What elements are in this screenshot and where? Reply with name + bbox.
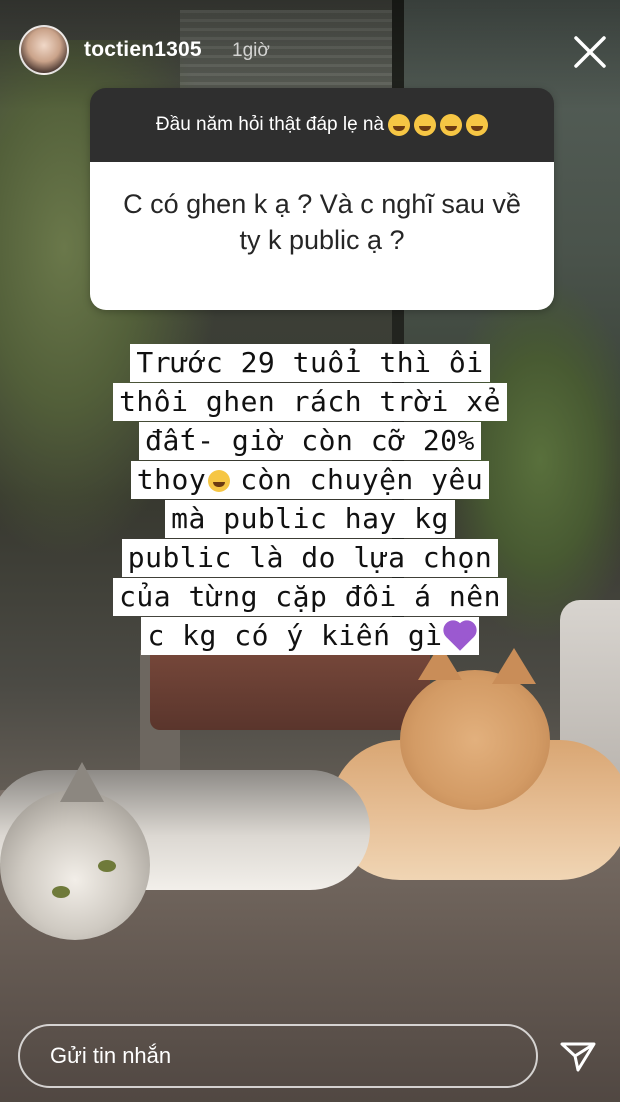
reply-placeholder: Gửi tin nhắn [50, 1043, 172, 1068]
question-sticker-header: Đầu năm hỏi thật đáp lẹ nà [90, 88, 554, 162]
close-icon [574, 36, 606, 68]
answer-word: còn chuyện yêu [240, 463, 484, 496]
story-view: toctien1305 1giờ Đầu năm hỏi thật đáp lẹ… [0, 0, 620, 1102]
answer-line: đất- giờ còn cỡ 20% [0, 422, 620, 461]
avatar[interactable] [19, 25, 69, 75]
grey-cat-head [0, 762, 150, 940]
close-button[interactable] [568, 30, 612, 74]
answer-line: thôi ghen rách trời xẻ [0, 383, 620, 422]
cat-eye [98, 860, 116, 872]
answer-word: c kg có ý kiến gì [147, 619, 443, 652]
question-prompt: Đầu năm hỏi thật đáp lẹ nà [155, 114, 385, 135]
send-icon [560, 1042, 596, 1072]
emoji-icon [388, 114, 411, 136]
answer-line: c kg có ý kiến gì [0, 617, 620, 656]
question-sticker[interactable]: Đầu năm hỏi thật đáp lẹ nà C có ghen k ạ… [90, 88, 554, 310]
emoji-icon [466, 114, 489, 136]
cat-eye [52, 886, 70, 898]
send-button[interactable] [558, 1036, 598, 1076]
emoji-icon [208, 470, 231, 492]
post-time: 1giờ [232, 40, 270, 61]
answer-line: của từng cặp đôi á nên [0, 578, 620, 617]
emoji-icon [414, 114, 437, 136]
emoji-icon [440, 114, 463, 136]
username[interactable]: toctien1305 [84, 38, 202, 62]
answer-text: Trước 29 tuổi thì ôi thôi ghen rách trời… [0, 344, 620, 656]
answer-line: thoy còn chuyện yêu [0, 461, 620, 500]
answer-word: thoy [136, 463, 207, 496]
answer-line: mà public hay kg [0, 500, 620, 539]
cat-ear [60, 762, 104, 802]
ginger-cat-head [400, 644, 550, 810]
question-text: C có ghen k ạ ? Và c nghĩ sau về ty k pu… [90, 162, 554, 310]
answer-line: public là do lựa chọn [0, 539, 620, 578]
answer-line: Trước 29 tuổi thì ôi [0, 344, 620, 383]
reply-input[interactable]: Gửi tin nhắn [18, 1024, 538, 1088]
purple-heart-icon [445, 623, 474, 651]
